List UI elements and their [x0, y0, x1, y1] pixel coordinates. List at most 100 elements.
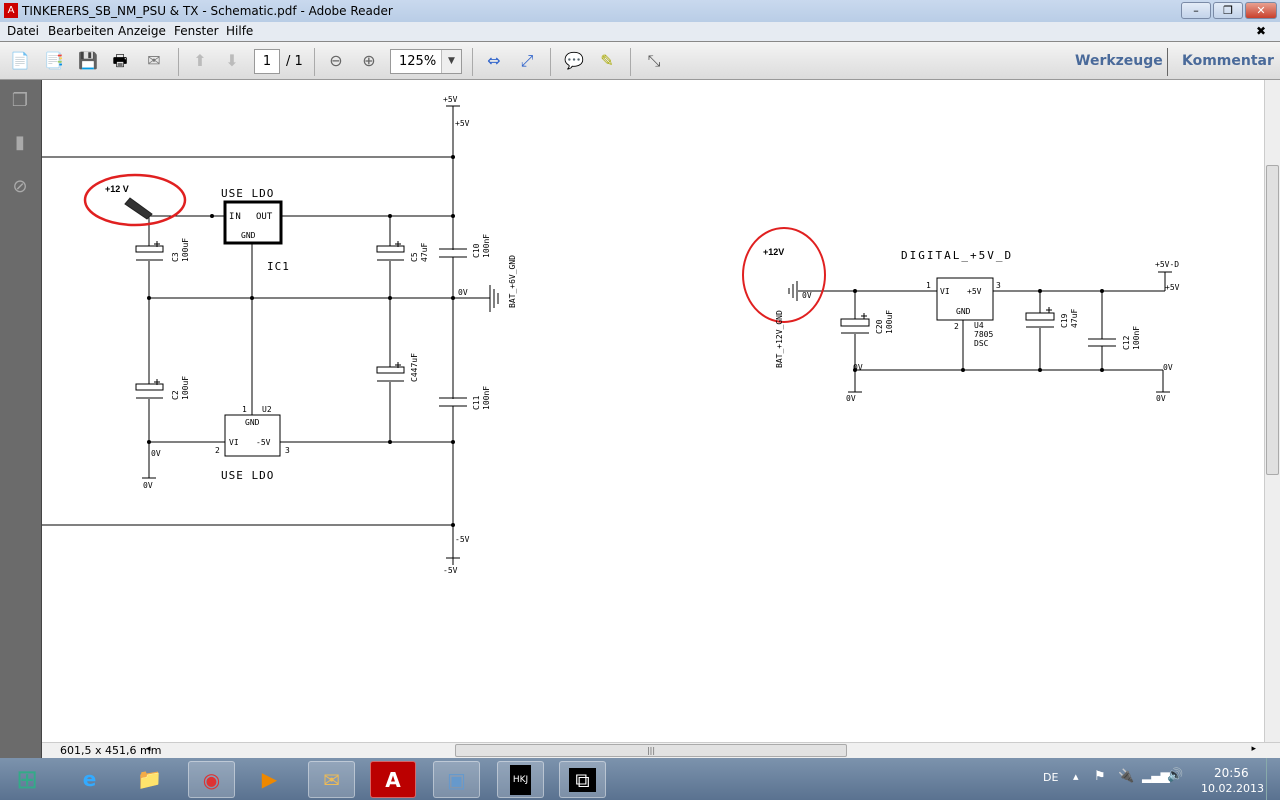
menu-hilfe[interactable]: Hilfe	[226, 24, 253, 38]
vertical-scrollbar[interactable]	[1264, 80, 1280, 742]
value-label: 100uF	[885, 310, 894, 334]
action-center-flag-icon[interactable]: ⚑	[1094, 769, 1106, 784]
annotation-circle-right	[742, 227, 826, 323]
status-bar: 601,5 x 451,6 mm ◂ ||| ▸	[42, 742, 1280, 758]
value-label: 100nF	[1132, 326, 1141, 350]
ref-label: C19	[1060, 313, 1069, 328]
horizontal-scrollbar-thumb[interactable]: |||	[455, 744, 847, 757]
part-label: 7805	[974, 330, 993, 339]
zoom-in-icon[interactable]: ⊕	[357, 50, 381, 72]
annotation-circle-left	[83, 173, 187, 227]
bookmark-icon[interactable]: ▮	[10, 132, 30, 154]
open-file-icon[interactable]: 📄	[8, 50, 32, 72]
close-button[interactable]: ✕	[1245, 2, 1277, 19]
hkjee-app-icon[interactable]: HKJ	[497, 761, 544, 798]
internet-explorer-icon[interactable]: e	[66, 761, 113, 798]
net-label: 0V	[1163, 363, 1173, 372]
show-hidden-icons-icon[interactable]: ▴	[1073, 770, 1079, 783]
network-signal-icon[interactable]: ▂▄▆	[1142, 769, 1170, 783]
value-label: 100nF	[482, 234, 491, 258]
save-icon[interactable]: 💾	[76, 50, 100, 72]
menu-anzeige[interactable]: Anzeige	[118, 24, 166, 38]
net-label: -5V	[455, 535, 470, 544]
net-label: 0V	[1156, 394, 1166, 403]
tools-pane-button[interactable]: Werkzeuge	[1075, 53, 1163, 69]
value-label: 100uF	[181, 376, 190, 400]
annotation-text: +12V	[763, 247, 784, 257]
package-label: DSC	[974, 339, 989, 348]
power-icon[interactable]: 🔌	[1118, 769, 1134, 784]
chevron-down-icon[interactable]: ▼	[441, 50, 461, 73]
scroll-right-icon[interactable]: ▸	[1251, 744, 1256, 754]
explorer-icon[interactable]: 📁	[126, 761, 173, 798]
page-number-input[interactable]: 1	[254, 49, 280, 74]
title-bar: A TINKERERS_SB_NM_PSU & TX - Schematic.p…	[0, 0, 1280, 22]
port-label: BAT_+12V_GND	[775, 310, 784, 368]
email-icon[interactable]: ✉	[142, 50, 166, 72]
net-label: -5V	[443, 566, 458, 575]
menu-bar: Datei Bearbeiten Anzeige Fenster Hilfe ✖	[0, 22, 1280, 41]
ref-label: U2	[262, 405, 272, 414]
junction-dots	[147, 155, 1104, 527]
fit-width-icon[interactable]: ⇔	[482, 50, 506, 72]
pin-label: GND	[245, 418, 260, 427]
app-logo-icon[interactable]: ⧉	[559, 761, 606, 798]
photo-viewer-icon[interactable]: ▣	[433, 761, 480, 798]
pin-number: 3	[285, 446, 290, 455]
ref-label: C12	[1122, 335, 1131, 350]
page-total: / 1	[286, 54, 303, 69]
zoom-out-icon[interactable]: ⊖	[324, 50, 348, 72]
print-icon[interactable]: 🖶	[108, 50, 132, 72]
value-label: 47uF	[1070, 309, 1079, 328]
adobe-pdf-icon: A	[4, 3, 18, 18]
close-document-icon[interactable]: ✖	[1256, 24, 1266, 38]
pin-number: 3	[996, 281, 1001, 290]
pin-label: -5V	[256, 438, 271, 447]
comment-note-icon[interactable]: 💬	[562, 50, 586, 72]
pin-number: 1	[242, 405, 247, 414]
net-label: 0V	[143, 481, 153, 490]
clock-time[interactable]: 20:56	[1214, 766, 1249, 780]
pin-number: 1	[926, 281, 931, 290]
create-pdf-icon[interactable]: 📑	[42, 50, 66, 72]
ref-label: C2	[171, 390, 180, 400]
taskbar: ⊞ e 📁 ◉ ▶ ✉ A ▣ HKJ ⧉ DE ▴ ⚑ 🔌 ▂▄▆ 🔊 20:…	[0, 758, 1280, 800]
ic-note: USE LDO	[221, 187, 274, 200]
mail-icon[interactable]: ✉	[308, 761, 355, 798]
adobe-reader-icon[interactable]: A	[370, 761, 416, 798]
attachment-icon[interactable]: ⊘	[10, 176, 30, 198]
previous-page-icon[interactable]: ⬆	[188, 50, 212, 72]
next-page-icon[interactable]: ⬇	[220, 50, 244, 72]
zoom-value: 125%	[399, 54, 437, 69]
scrollbar-thumb[interactable]	[1266, 165, 1279, 475]
show-desktop-button[interactable]	[1266, 758, 1280, 800]
zoom-select[interactable]: 125% ▼	[390, 49, 462, 74]
chrome-icon[interactable]: ◉	[188, 761, 235, 798]
ref-label: IC1	[267, 260, 290, 273]
net-label: +5V-D	[1155, 260, 1179, 269]
net-label: 0V	[853, 363, 863, 372]
ic-note: USE LDO	[221, 469, 274, 482]
menu-fenster[interactable]: Fenster	[174, 24, 219, 38]
value-label: 100uF	[181, 238, 190, 262]
pin-number: 2	[954, 322, 959, 331]
pin-label: GND	[956, 307, 971, 316]
left-circuit-wires	[42, 105, 490, 565]
scroll-left-icon[interactable]: ◂	[146, 744, 151, 754]
pages-icon[interactable]: ❐	[10, 90, 30, 112]
media-player-icon[interactable]: ▶	[246, 761, 293, 798]
menu-datei[interactable]: Datei	[7, 24, 39, 38]
highlight-text-icon[interactable]: ✎	[595, 50, 619, 72]
clock-date[interactable]: 10.02.2013	[1201, 782, 1264, 795]
language-indicator[interactable]: DE	[1043, 771, 1058, 784]
comment-pane-button[interactable]: Kommentar	[1182, 53, 1274, 69]
start-button[interactable]: ⊞	[2, 761, 52, 798]
schematic: +5V +5V +12 V USE LDO IN OUT GND IC1 C3 1…	[42, 95, 1180, 575]
restore-button[interactable]: ❐	[1213, 2, 1243, 19]
pin-label: GND	[241, 231, 256, 240]
fit-page-icon[interactable]: ⤢	[515, 50, 539, 72]
full-screen-icon[interactable]: ⤡	[642, 50, 666, 72]
menu-bearbeiten[interactable]: Bearbeiten	[48, 24, 114, 38]
volume-icon[interactable]: 🔊	[1167, 768, 1183, 783]
minimize-button[interactable]: –	[1181, 2, 1211, 19]
